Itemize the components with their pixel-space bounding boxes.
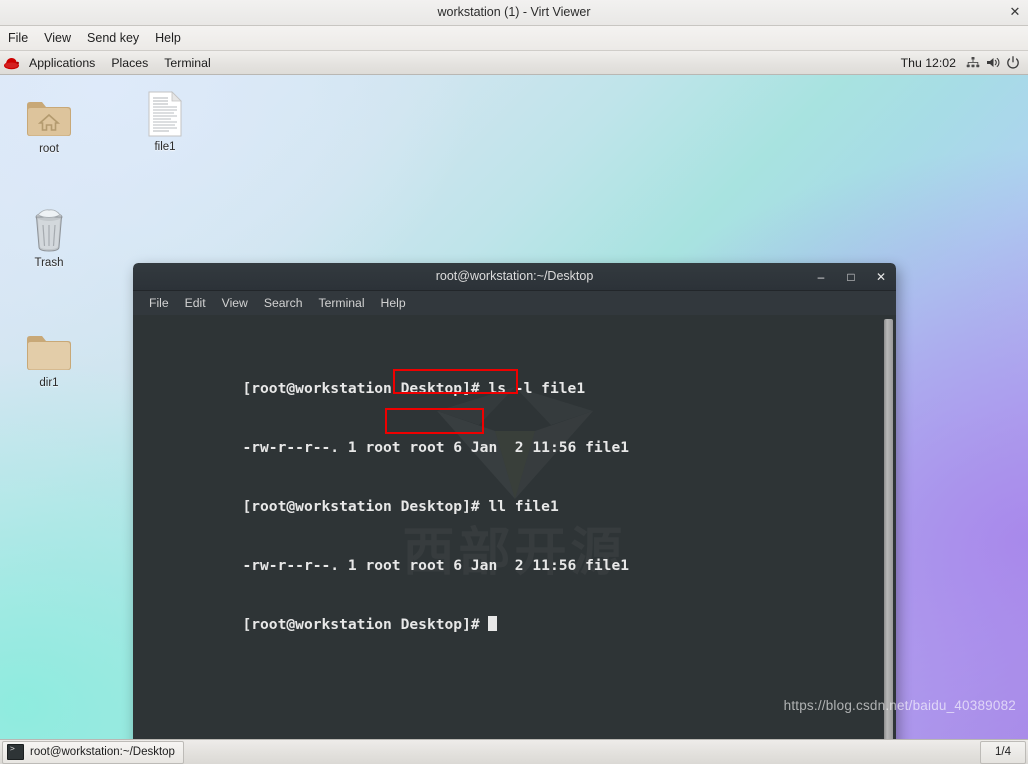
desktop[interactable]: root file1 Trash dir1 root@workstation:~… xyxy=(0,75,1028,739)
terminal-title: root@workstation:~/Desktop xyxy=(435,269,594,283)
terminal-menu-view[interactable]: View xyxy=(214,293,256,313)
terminal-line: -rw-r--r--. 1 root root 6 Jan 2 11:56 fi… xyxy=(137,419,629,456)
desktop-icon-root[interactable]: root xyxy=(6,89,92,156)
desktop-icon-label: file1 xyxy=(154,141,176,153)
terminal-menu-edit[interactable]: Edit xyxy=(177,293,214,313)
virt-viewer-titlebar: workstation (1) - Virt Viewer ✕ xyxy=(0,0,1028,26)
volume-icon[interactable] xyxy=(983,54,1003,72)
network-icon[interactable] xyxy=(963,54,983,72)
terminal-prompt: [root@workstation Desktop]# xyxy=(242,616,489,634)
power-icon[interactable] xyxy=(1003,54,1023,72)
maximize-icon[interactable]: □ xyxy=(844,270,858,284)
terminal-prompt: [root@workstation Desktop]# xyxy=(242,498,489,516)
workspace-switcher[interactable]: 1/4 xyxy=(980,740,1026,764)
terminal-menu-terminal[interactable]: Terminal xyxy=(310,293,372,313)
virt-viewer-title: workstation (1) - Virt Viewer xyxy=(437,5,591,19)
close-icon[interactable]: ✕ xyxy=(1006,3,1024,21)
gnome-top-panel: Applications Places Terminal Thu 12:02 xyxy=(0,51,1028,75)
desktop-icon-dir1[interactable]: dir1 xyxy=(6,323,92,390)
terminal-command: ls -l file1 xyxy=(488,380,586,398)
terminal-command: ll file1 xyxy=(488,498,559,516)
panel-status-area: Thu 12:02 xyxy=(894,54,1028,72)
menu-send-key[interactable]: Send key xyxy=(80,28,148,48)
terminal-menubar: File Edit View Search Terminal Help xyxy=(133,291,896,315)
home-folder-icon xyxy=(6,89,92,139)
terminal-body[interactable]: 西部开源 [root@workstation Desktop]# ls -l f… xyxy=(133,315,896,739)
folder-icon xyxy=(6,323,92,373)
desktop-icon-file1[interactable]: file1 xyxy=(122,87,208,154)
menu-file[interactable]: File xyxy=(1,28,37,48)
taskbar-window-button[interactable]: root@workstation:~/Desktop xyxy=(2,740,184,764)
terminal-output: -rw-r--r--. 1 root root 6 Jan 2 11:56 fi… xyxy=(242,439,630,457)
terminal-line: -rw-r--r--. 1 root root 6 Jan 2 11:56 fi… xyxy=(137,537,629,574)
close-icon[interactable]: ✕ xyxy=(874,270,888,284)
terminal-output: -rw-r--r--. 1 root root 6 Jan 2 11:56 fi… xyxy=(242,557,630,575)
desktop-icon-label: Trash xyxy=(34,257,64,269)
terminal-icon xyxy=(7,744,24,760)
panel-places[interactable]: Places xyxy=(103,53,156,73)
minimize-icon[interactable]: – xyxy=(814,270,828,284)
virt-viewer-menubar: File View Send key Help xyxy=(0,26,1028,51)
panel-applications[interactable]: Applications xyxy=(21,53,103,73)
terminal-prompt: [root@workstation Desktop]# xyxy=(242,380,489,398)
taskbar-window-label: root@workstation:~/Desktop xyxy=(30,746,175,758)
terminal-window-controls: – □ ✕ xyxy=(814,263,888,290)
desktop-icon-label: root xyxy=(39,143,59,155)
terminal-screen[interactable]: [root@workstation Desktop]# ls -l file1 … xyxy=(133,315,629,655)
terminal-scrollbar-thumb[interactable] xyxy=(884,319,893,739)
desktop-icon-label: dir1 xyxy=(39,377,59,389)
trash-icon xyxy=(6,203,92,253)
terminal-scrollbar[interactable] xyxy=(884,319,893,739)
bottom-taskbar: root@workstation:~/Desktop 1/4 xyxy=(0,739,1028,764)
terminal-window[interactable]: root@workstation:~/Desktop – □ ✕ File Ed… xyxy=(133,263,896,739)
terminal-titlebar[interactable]: root@workstation:~/Desktop – □ ✕ xyxy=(133,263,896,291)
terminal-menu-help[interactable]: Help xyxy=(373,293,414,313)
screen: workstation (1) - Virt Viewer ✕ File Vie… xyxy=(0,0,1028,764)
clock[interactable]: Thu 12:02 xyxy=(894,54,963,72)
terminal-cursor xyxy=(488,616,498,632)
panel-terminal[interactable]: Terminal xyxy=(156,53,218,73)
terminal-line: [root@workstation Desktop]# ls -l file1 xyxy=(137,359,629,397)
desktop-icon-trash[interactable]: Trash xyxy=(6,203,92,270)
terminal-menu-file[interactable]: File xyxy=(141,293,177,313)
document-icon xyxy=(122,87,208,137)
terminal-menu-search[interactable]: Search xyxy=(256,293,311,313)
terminal-line: [root@workstation Desktop]# ll file1 xyxy=(137,478,629,515)
menu-help[interactable]: Help xyxy=(148,28,190,48)
redhat-logo-icon[interactable] xyxy=(3,55,20,71)
terminal-line: [root@workstation Desktop]# xyxy=(137,596,629,633)
menu-view[interactable]: View xyxy=(37,28,80,48)
